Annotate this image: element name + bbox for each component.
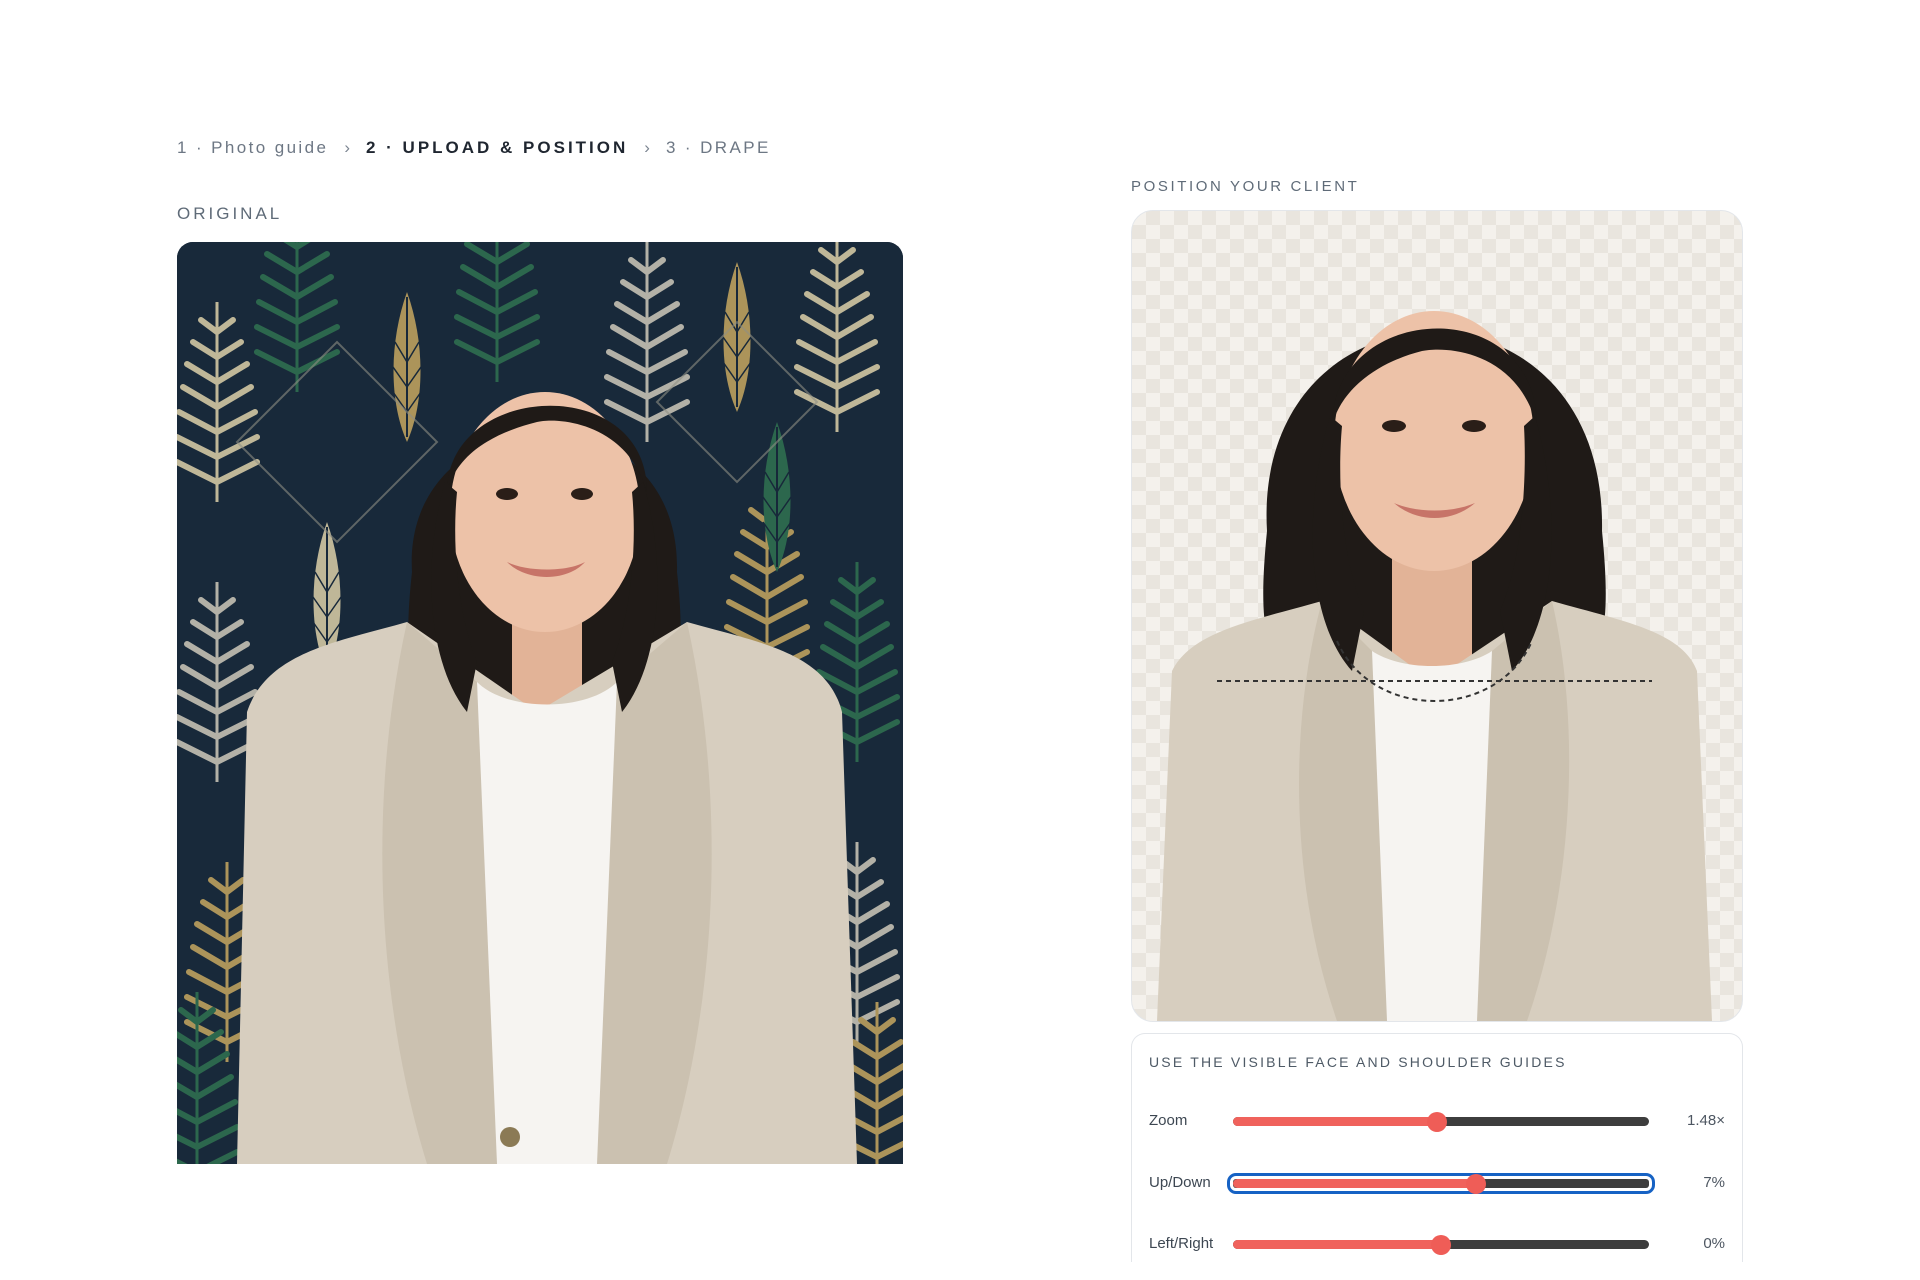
leftright-slider[interactable] [1233, 1234, 1649, 1255]
zoom-value: 1.48× [1687, 1112, 1725, 1129]
position-label: POSITION YOUR CLIENT [1131, 178, 1360, 195]
leftright-label: Left/Right [1149, 1235, 1214, 1252]
position-canvas[interactable] [1131, 210, 1743, 1022]
updown-value: 7% [1703, 1174, 1725, 1191]
original-photo [177, 242, 903, 1164]
leftright-slider-thumb[interactable] [1431, 1234, 1451, 1255]
updown-slider-thumb[interactable] [1466, 1173, 1487, 1194]
breadcrumb: 1 · Photo guide › 2 · UPLOAD & POSITION … [177, 138, 771, 158]
chevron-right-icon: › [644, 138, 650, 157]
breadcrumb-step-upload-position[interactable]: 2 · UPLOAD & POSITION [366, 138, 628, 158]
updown-slider-row: Up/Down 7% [1149, 1168, 1725, 1198]
updown-slider[interactable] [1227, 1173, 1655, 1194]
breadcrumb-step-drape[interactable]: 3 · DRAPE [666, 138, 771, 158]
breadcrumb-step-photo-guide[interactable]: 1 · Photo guide [177, 138, 328, 158]
original-label: ORIGINAL [177, 204, 283, 223]
zoom-slider[interactable] [1233, 1111, 1649, 1132]
zoom-slider-row: Zoom 1.48× [1149, 1106, 1725, 1136]
leftright-value: 0% [1703, 1235, 1725, 1252]
updown-slider-fill [1233, 1179, 1477, 1188]
controls-title: USE THE VISIBLE FACE AND SHOULDER GUIDES [1149, 1054, 1567, 1070]
zoom-slider-thumb[interactable] [1426, 1111, 1447, 1132]
updown-label: Up/Down [1149, 1174, 1211, 1191]
position-controls-panel: USE THE VISIBLE FACE AND SHOULDER GUIDES… [1131, 1033, 1743, 1262]
chevron-right-icon: › [344, 138, 350, 157]
leftright-slider-fill [1233, 1240, 1441, 1249]
leftright-slider-row: Left/Right 0% [1149, 1229, 1725, 1259]
zoom-slider-fill [1233, 1117, 1437, 1126]
zoom-label: Zoom [1149, 1112, 1188, 1129]
